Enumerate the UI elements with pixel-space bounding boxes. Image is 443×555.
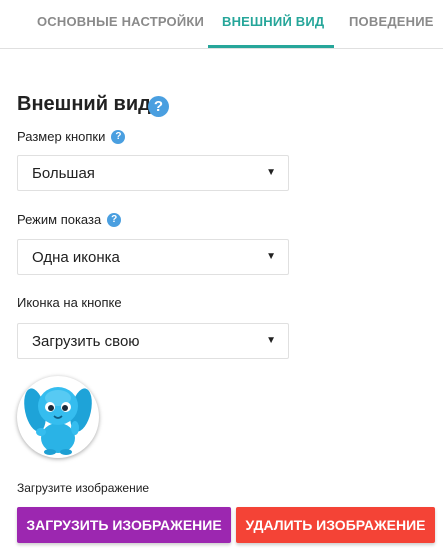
tab-bar: Основные настройки Внешний вид Поведение [0,0,443,49]
upload-image-button[interactable]: Загрузить изображение [17,507,231,543]
mascot-image [24,387,92,455]
display-mode-select[interactable]: Одна иконка ▼ [17,239,289,275]
tab-behavior[interactable]: Поведение [349,0,434,48]
section-title: Внешний вид [17,93,151,115]
tab-appearance[interactable]: Внешний вид [222,0,324,48]
question-circle-icon[interactable]: ? [148,96,169,117]
button-icon-value: Загрузить свою [32,333,140,350]
display-mode-value: Одна иконка [32,249,120,266]
button-size-label: Размер кнопки? [17,129,126,145]
uploaded-image-preview [17,376,99,458]
button-size-label-text: Размер кнопки [17,129,106,144]
upload-image-label: Загрузите изображение [17,481,150,495]
tab-basic-settings[interactable]: Основные настройки [37,0,204,48]
display-mode-label-text: Режим показа [17,212,102,227]
dropdown-arrow-icon: ▼ [266,335,276,346]
button-size-select[interactable]: Большая ▼ [17,155,289,191]
button-icon-select[interactable]: Загрузить свою ▼ [17,323,289,359]
dropdown-arrow-icon: ▼ [266,167,276,178]
button-size-value: Большая [32,165,95,182]
dropdown-arrow-icon: ▼ [266,251,276,262]
button-icon-label: Иконка на кнопке [17,295,122,310]
active-tab-indicator [208,45,334,48]
display-mode-label: Режим показа? [17,212,122,228]
delete-image-button[interactable]: Удалить изображение [236,507,435,543]
question-circle-icon[interactable]: ? [111,129,126,144]
question-circle-icon[interactable]: ? [107,212,122,227]
